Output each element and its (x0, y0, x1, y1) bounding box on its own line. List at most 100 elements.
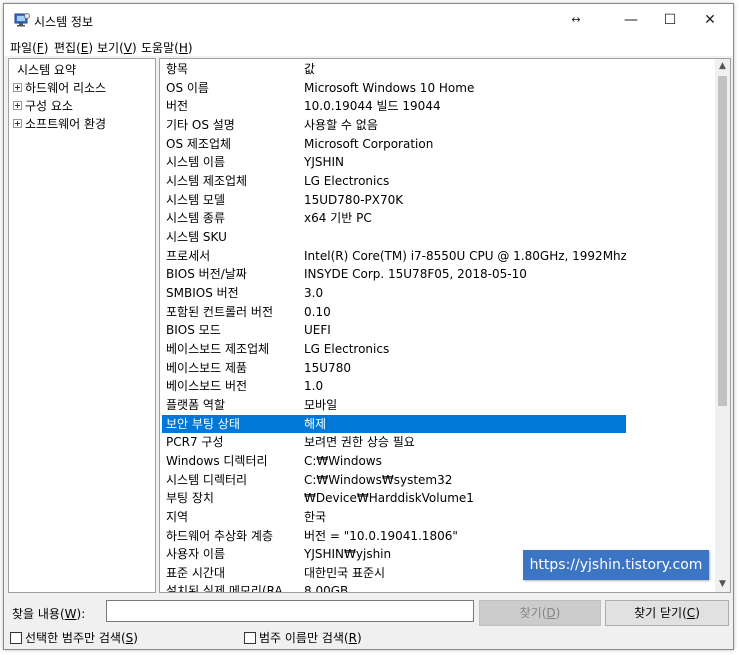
details-list[interactable]: 항목 값 OS 이름 Microsoft Windows 10 Home 버전 10.0.… (159, 58, 731, 593)
table-row[interactable]: 베이스보드 제조업체 LG Electronics (162, 340, 626, 358)
checkbox-icon[interactable] (244, 631, 256, 644)
item-cell: 사용자 이름 (166, 547, 226, 562)
value-cell: Intel(R) Core(TM) i7-8550U CPU @ 1.80GHz… (304, 248, 626, 263)
item-cell: 시스템 모델 (166, 192, 226, 207)
table-row[interactable]: 버전 10.0.19044 빌드 19044 (162, 97, 626, 115)
table-row[interactable]: 지역 한국 (162, 508, 626, 526)
item-cell: OS 제조업체 (166, 136, 232, 151)
menu-edit[interactable]: 편집(E) (54, 39, 93, 56)
item-cell: BIOS 버전/날짜 (166, 267, 247, 282)
value-cell: LG Electronics (304, 341, 390, 356)
item-cell: 포함된 컨트롤러 버전 (166, 304, 273, 319)
watermark-badge: https://yjshin.tistory.com (523, 550, 709, 580)
table-row[interactable]: BIOS 버전/날짜 INSYDE Corp. 15U78F05, 2018-05… (162, 265, 626, 283)
item-cell: 프로세서 (166, 248, 211, 263)
minimize-button[interactable]: — (611, 4, 651, 36)
table-row[interactable]: 시스템 제조업체 LG Electronics (162, 172, 626, 190)
menu-help[interactable]: 도움말(H) (141, 39, 193, 56)
close-button[interactable]: ✕ (690, 4, 730, 36)
tree-item-hardware-resources[interactable]: 하드웨어 리소스 (13, 79, 106, 97)
tree-item-components[interactable]: 구성 요소 (13, 97, 73, 115)
item-cell: 시스템 SKU (166, 229, 227, 244)
tree-item-system-summary[interactable]: 시스템 요약 (17, 61, 76, 79)
menu-bar: 파일(F) 편집(E) 보기(V) 도움말(H) (4, 36, 733, 56)
item-cell: 하드웨어 추상화 계층 (166, 528, 273, 543)
table-row[interactable]: 프로세서 Intel(R) Core(TM) i7-8550U CPU @ 1.8… (162, 247, 626, 265)
find-label: 찾을 내용(W): (12, 607, 86, 621)
item-cell: 베이스보드 버전 (166, 379, 248, 394)
item-cell: 베이스보드 제조업체 (166, 341, 270, 356)
table-row[interactable]: 시스템 SKU (162, 228, 626, 246)
scroll-thumb[interactable] (718, 76, 727, 406)
table-row[interactable]: 포함된 컨트롤러 버전 0.10 (162, 303, 626, 321)
item-cell: SMBIOS 버전 (166, 285, 239, 300)
table-row[interactable]: 부팅 장치 ₩Device₩HarddiskVolume1 (162, 489, 626, 507)
value-cell: 15UD780-PX70K (304, 192, 404, 207)
tree-item-software-environment[interactable]: 소프트웨어 환경 (13, 115, 106, 133)
find-input[interactable] (106, 600, 474, 622)
item-cell: 플랫폼 역할 (166, 397, 226, 412)
value-cell: 3.0 (304, 285, 324, 300)
scroll-down-icon[interactable]: ▼ (715, 577, 730, 592)
table-row[interactable]: 시스템 디렉터리 C:₩Windows₩system32 (162, 471, 626, 489)
table-row[interactable]: BIOS 모드 UEFI (162, 321, 626, 339)
value-cell: 보려면 권한 상승 필요 (304, 435, 415, 450)
table-row[interactable]: 보안 부팅 상태 해제 (162, 414, 626, 433)
item-cell: 시스템 제조업체 (166, 173, 248, 188)
expand-icon[interactable] (13, 83, 22, 92)
value-cell: 0.10 (304, 304, 331, 319)
table-row[interactable]: SMBIOS 버전 3.0 (162, 284, 626, 302)
value-cell: C:₩Windows₩system32 (304, 472, 453, 487)
table-row[interactable]: PCR7 구성 보려면 권한 상승 필요 (162, 433, 626, 451)
maximize-button[interactable]: ☐ (650, 4, 690, 36)
menu-file[interactable]: 파일(F) (10, 39, 48, 56)
table-row[interactable]: OS 이름 Microsoft Windows 10 Home (162, 79, 626, 97)
item-cell: 보안 부팅 상태 (166, 416, 240, 431)
close-find-button[interactable]: 찾기 닫기(C) (605, 600, 729, 626)
table-row[interactable]: Windows 디렉터리 C:₩Windows (162, 452, 626, 470)
table-row[interactable]: OS 제조업체 Microsoft Corporation (162, 135, 626, 153)
table-row[interactable]: 시스템 모델 15UD780-PX70K (162, 191, 626, 209)
table-row[interactable]: 설치된 실제 메모리(RA... 8.00GB (162, 582, 626, 593)
value-cell: 버전 = "10.0.19041.1806" (304, 528, 458, 543)
category-tree[interactable]: 시스템 요약 하드웨어 리소스 구성 요소 소프트웨어 환경 (8, 58, 156, 593)
value-cell: 15U780 (304, 360, 351, 375)
item-cell: 항목 (166, 62, 189, 76)
search-category-names-checkbox[interactable]: 범주 이름만 검색(R) (244, 629, 362, 646)
table-row[interactable]: 하드웨어 추상화 계층 버전 = "10.0.19041.1806" (162, 527, 626, 545)
system-info-app-icon (14, 13, 30, 27)
scroll-up-icon[interactable]: ▲ (715, 59, 730, 74)
checkbox-icon[interactable] (10, 631, 22, 644)
vertical-scrollbar[interactable]: ▲ ▼ (715, 59, 730, 592)
find-button[interactable]: 찾기(D) (479, 600, 601, 626)
item-cell: 시스템 디렉터리 (166, 472, 248, 487)
expand-icon[interactable] (13, 101, 22, 110)
window-title: 시스템 정보 (34, 15, 94, 29)
value-cell: 1.0 (304, 379, 324, 394)
table-row[interactable]: 시스템 이름 YJSHIN (162, 153, 626, 171)
item-cell: 표준 시간대 (166, 565, 226, 580)
item-cell: PCR7 구성 (166, 435, 224, 450)
value-cell: 사용할 수 없음 (304, 117, 378, 132)
value-cell: ₩Device₩HarddiskVolume1 (304, 491, 474, 506)
value-cell: 해제 (304, 416, 327, 431)
item-cell: Windows 디렉터리 (166, 453, 268, 468)
resize-icon[interactable]: ↔ (556, 4, 596, 36)
table-row[interactable]: 기타 OS 설명 사용할 수 없음 (162, 116, 626, 134)
table-row[interactable]: 시스템 종류 x64 기반 PC (162, 209, 626, 227)
table-row[interactable]: 플랫폼 역할 모바일 (162, 396, 626, 414)
table-row[interactable]: 베이스보드 제품 15U780 (162, 359, 626, 377)
search-selected-category-checkbox[interactable]: 선택한 범주만 검색(S) (10, 629, 138, 646)
value-cell: UEFI (304, 323, 331, 338)
item-cell: OS 이름 (166, 80, 209, 95)
table-row[interactable]: 베이스보드 버전 1.0 (162, 377, 626, 395)
value-cell: LG Electronics (304, 173, 390, 188)
expand-icon[interactable] (13, 119, 22, 128)
value-cell: YJSHIN (304, 155, 345, 170)
item-cell: BIOS 모드 (166, 323, 221, 338)
menu-view[interactable]: 보기(V) (97, 39, 137, 56)
value-cell: 8.00GB (304, 584, 349, 593)
table-header[interactable]: 항목 값 (162, 60, 626, 78)
item-cell: 베이스보드 제품 (166, 360, 248, 375)
value-cell: 값 (304, 62, 316, 76)
